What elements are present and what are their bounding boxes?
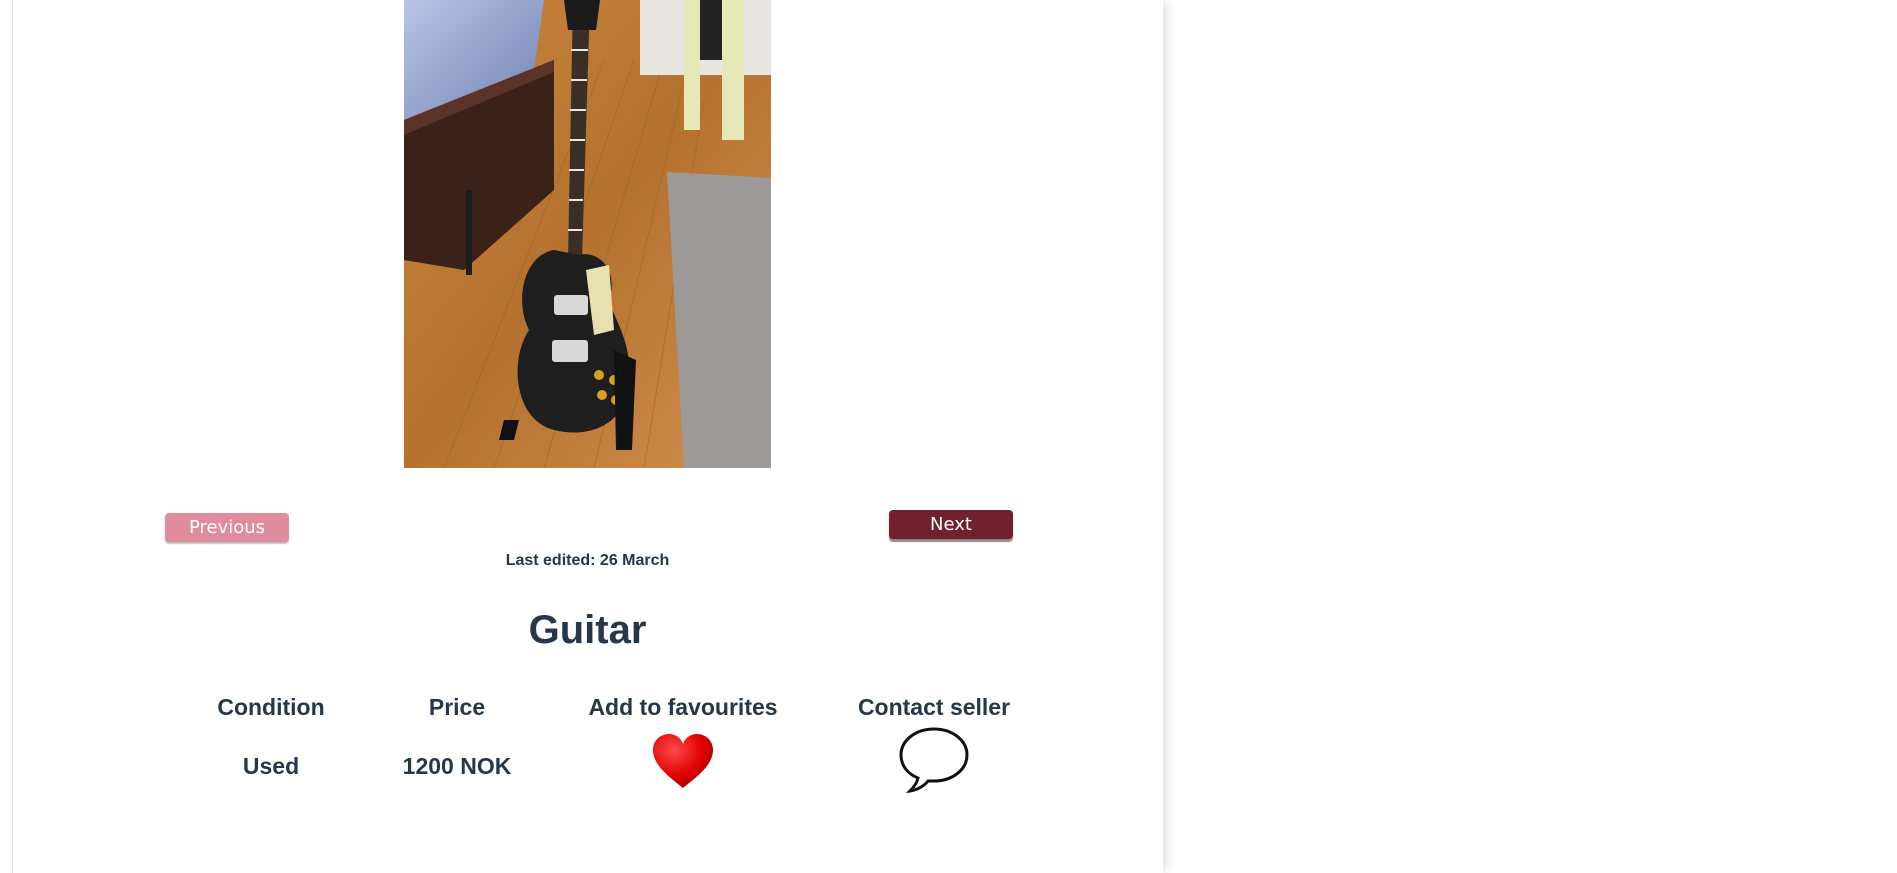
- listing-photo: [404, 0, 771, 468]
- next-button[interactable]: Next: [889, 510, 1013, 539]
- heart-icon[interactable]: [651, 732, 715, 790]
- listing-title: Guitar: [528, 608, 647, 652]
- contact-header: Contact seller: [857, 694, 1011, 720]
- speech-bubble-icon[interactable]: [898, 726, 970, 794]
- favourites-header: Add to favourites: [588, 694, 778, 720]
- listing-page: Previous Next Last edited: 26 March Guit…: [12, 0, 1163, 873]
- condition-value: Used: [242, 753, 300, 779]
- previous-button[interactable]: Previous: [165, 513, 289, 542]
- condition-header: Condition: [217, 694, 325, 720]
- price-header: Price: [428, 694, 486, 720]
- last-edited-text: Last edited: 26 March: [505, 552, 670, 569]
- price-value: 1200 NOK: [402, 753, 512, 779]
